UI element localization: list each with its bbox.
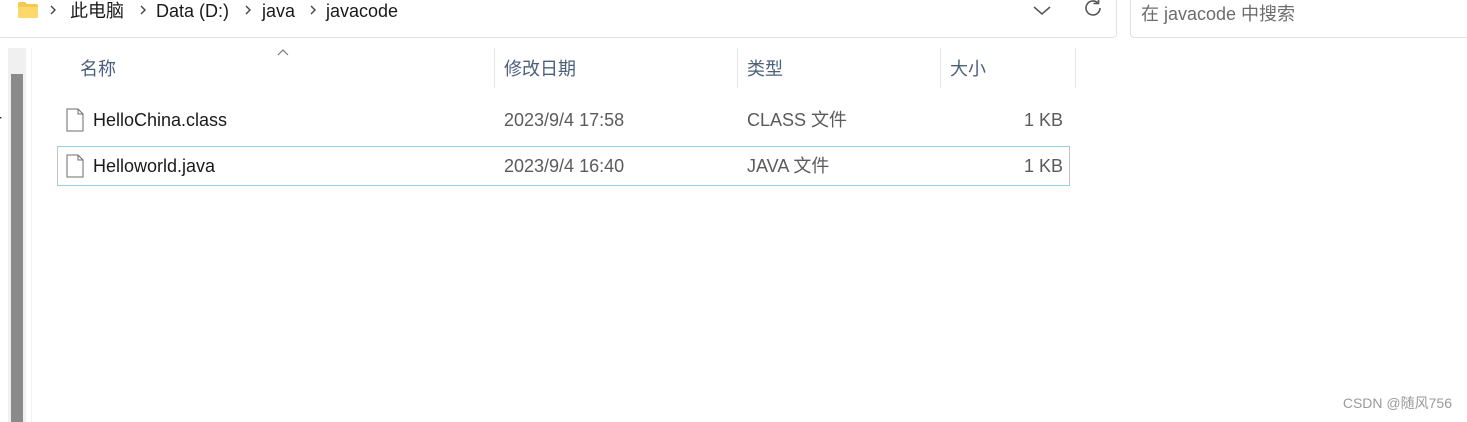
file-type: JAVA 文件 bbox=[747, 156, 830, 176]
breadcrumb-javacode[interactable]: javacode bbox=[326, 0, 398, 23]
chevron-right-icon[interactable] bbox=[137, 1, 149, 19]
search-input[interactable] bbox=[1141, 1, 1461, 27]
nav-scrollbar-thumb[interactable] bbox=[11, 74, 23, 422]
refresh-icon[interactable] bbox=[1081, 0, 1105, 20]
address-bar[interactable]: 此电脑 Data (D:) java javacode bbox=[0, 0, 1117, 38]
chevron-right-icon[interactable] bbox=[242, 1, 254, 19]
file-modified-date: 2023/9/4 17:58 bbox=[504, 110, 625, 130]
column-divider[interactable] bbox=[1075, 48, 1076, 88]
chevron-right-icon[interactable] bbox=[47, 1, 59, 19]
file-size: 1 KB bbox=[1023, 110, 1063, 130]
file-size: 1 KB bbox=[1023, 156, 1063, 176]
search-box[interactable] bbox=[1130, 0, 1467, 38]
sort-up-icon bbox=[277, 49, 289, 56]
column-header-type[interactable]: 类型 bbox=[737, 48, 940, 88]
column-header-name-label: 名称 bbox=[80, 59, 116, 79]
chevron-down-icon[interactable] bbox=[1031, 1, 1053, 19]
file-type: CLASS 文件 bbox=[747, 110, 848, 130]
watermark: CSDN @随风756 bbox=[1342, 395, 1452, 411]
file-explorer-window: 此电脑 Data (D:) java javacode r 名称 bbox=[0, 0, 1467, 422]
column-header-size[interactable]: 大小 bbox=[940, 48, 1075, 88]
folder-icon bbox=[18, 2, 38, 18]
breadcrumb-drive[interactable]: Data (D:) bbox=[156, 0, 229, 23]
column-header-type-label: 类型 bbox=[747, 59, 783, 79]
column-header-size-label: 大小 bbox=[950, 59, 986, 79]
column-header-date[interactable]: 修改日期 bbox=[494, 48, 737, 88]
file-icon bbox=[66, 108, 84, 132]
nav-item-partial-text[interactable]: r bbox=[0, 111, 2, 131]
file-modified-date: 2023/9/4 16:40 bbox=[504, 156, 625, 176]
chevron-right-icon[interactable] bbox=[307, 1, 319, 19]
breadcrumb-java[interactable]: java bbox=[262, 0, 295, 23]
file-name: HelloChina.class bbox=[93, 110, 228, 130]
column-header-date-label: 修改日期 bbox=[504, 59, 576, 79]
file-row[interactable]: HelloChina.class 2023/9/4 17:58 CLASS 文件… bbox=[57, 100, 1070, 140]
file-icon bbox=[66, 154, 84, 178]
file-row-selected[interactable]: Helloworld.java 2023/9/4 16:40 JAVA 文件 1… bbox=[57, 146, 1070, 186]
file-name: Helloworld.java bbox=[93, 156, 216, 176]
breadcrumb-this-pc[interactable]: 此电脑 bbox=[70, 0, 124, 23]
